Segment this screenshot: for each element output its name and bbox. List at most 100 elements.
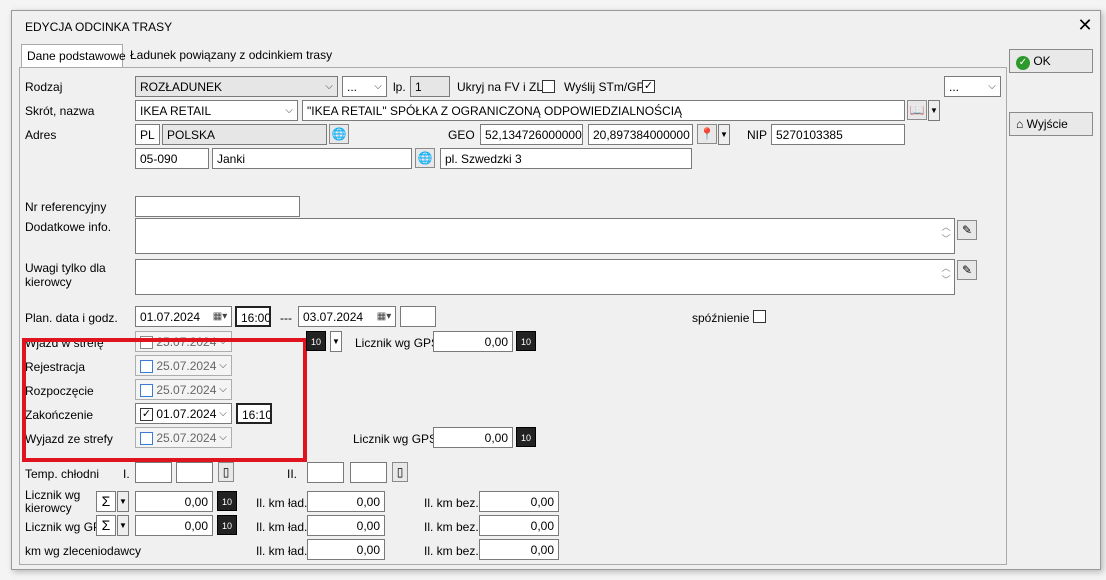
geo-label: GEO: [448, 128, 475, 142]
country-field[interactable]: POLSKA: [162, 124, 327, 145]
temp-i-max[interactable]: [176, 462, 213, 483]
driver-notes-label: Uwagi tylko dla kierowcy: [25, 261, 106, 289]
fullname-field[interactable]: "IKEA RETAIL" SPÓŁKA Z OGRANICZONĄ ODPOW…: [302, 100, 905, 121]
edit-note-icon[interactable]: ✎: [957, 260, 977, 280]
map-pin-icon[interactable]: 📍: [697, 124, 717, 144]
send-label: Wyślij STm/GPS: [564, 80, 653, 94]
temp-ii-label: II.: [287, 467, 298, 481]
hide-checkbox[interactable]: [542, 80, 555, 93]
tab-basic-data[interactable]: Dane podstawowe: [21, 44, 126, 68]
extra-info-label: Dodatkowe info.: [25, 220, 112, 234]
chevron-down-icon[interactable]: ▼: [330, 331, 342, 352]
refnum-field[interactable]: [135, 196, 300, 217]
send-checkbox[interactable]: ✓: [642, 80, 655, 93]
sum-icon[interactable]: Σ: [96, 491, 116, 512]
address-label: Adres: [25, 128, 57, 142]
edit-route-segment-dialog: EDYCJA ODCINKA TRASY ✕ Dane podstawowe Ł…: [11, 10, 1101, 570]
loaded-km-label: Il. km ład.: [256, 544, 308, 558]
scroll-arrows-icon: ︿ ﹀: [941, 222, 951, 244]
client-km-label: km wg zleceniodawcy: [25, 544, 142, 558]
empty-km-field-3[interactable]: 0,00: [479, 539, 559, 560]
empty-km-field-1[interactable]: 0,00: [479, 491, 559, 512]
plan-date-to[interactable]: 03.07.2024 ▦▾: [298, 306, 396, 327]
right-select[interactable]: ... ⌵: [944, 76, 1001, 97]
calculator-icon[interactable]: 10: [217, 491, 237, 511]
home-icon: ⌂: [1016, 117, 1024, 131]
hide-label: Ukryj na FV i ZL: [457, 80, 544, 94]
calendar-dropdown-icon: ▦▾: [376, 311, 392, 322]
chevron-down-icon: ⌵: [325, 81, 333, 92]
city-field[interactable]: Janki: [212, 148, 412, 169]
chevron-down-icon: ⌵: [374, 81, 382, 92]
book-icon[interactable]: 📖: [907, 100, 927, 120]
tab-linked-cargo[interactable]: Ładunek powiązany z odcinkiem trasy: [125, 44, 337, 66]
calculator-icon[interactable]: 10: [217, 515, 237, 535]
ok-button[interactable]: ✓ OK: [1009, 49, 1093, 73]
calculator-icon[interactable]: 10: [516, 331, 536, 351]
dialog-title: EDYCJA ODCINKA TRASY: [25, 20, 173, 34]
sum-icon[interactable]: Σ: [96, 515, 116, 536]
empty-km-field-2[interactable]: 0,00: [479, 515, 559, 536]
chevron-down-icon[interactable]: ▼: [117, 491, 129, 512]
plan-time-to[interactable]: [400, 306, 436, 327]
loaded-km-field-1[interactable]: 0,00: [307, 491, 385, 512]
loaded-km-label: Il. km ład.: [256, 496, 308, 510]
globe-icon[interactable]: 🌐: [329, 124, 349, 144]
empty-km-label: Il. km bez.: [424, 520, 479, 534]
street-field[interactable]: pl. Szwedzki 3: [440, 148, 692, 169]
thermometer-icon[interactable]: ▯: [392, 462, 408, 482]
extra-info-field[interactable]: ︿ ﹀: [135, 218, 955, 254]
close-icon[interactable]: ✕: [1074, 15, 1096, 36]
globe-icon[interactable]: 🌐: [415, 148, 435, 168]
calculator-icon[interactable]: 10: [516, 427, 536, 447]
country-code-field[interactable]: PL: [135, 124, 160, 145]
exit-button[interactable]: ⌂ Wyjście: [1009, 112, 1093, 136]
chevron-down-icon[interactable]: ▼: [117, 515, 129, 536]
plan-time-from[interactable]: 16:00: [235, 306, 271, 327]
edit-note-icon[interactable]: ✎: [957, 220, 977, 240]
plan-date-from[interactable]: 01.07.2024 ▦▾: [135, 306, 232, 327]
chevron-down-icon: ⌵: [988, 81, 996, 92]
calendar-dropdown-icon: ▦▾: [212, 311, 228, 322]
subtype-select[interactable]: ... ⌵: [342, 76, 387, 97]
plan-label: Plan. data i godz.: [25, 311, 118, 325]
check-icon: ✓: [1016, 56, 1030, 70]
gps-counter-label-1: Licznik wg GPS: [355, 336, 440, 350]
empty-km-label: Il. km bez.: [424, 544, 479, 558]
late-label: spóźnienie: [692, 311, 750, 325]
gps-counter-2[interactable]: 0,00: [433, 427, 513, 448]
nip-field[interactable]: 5270103385: [771, 124, 905, 145]
temp-ii-max[interactable]: [350, 462, 387, 483]
loaded-km-field-3[interactable]: 0,00: [307, 539, 385, 560]
scroll-arrows-icon: ︿ ﹀: [941, 263, 951, 285]
nip-label: NIP: [747, 128, 768, 142]
type-label: Rodzaj: [25, 80, 63, 94]
thermometer-icon[interactable]: ▯: [218, 462, 234, 482]
plan-separator: ---: [280, 311, 292, 325]
zip-field[interactable]: 05-090: [135, 148, 209, 169]
lat-field[interactable]: 52,134726000000: [480, 124, 583, 145]
chevron-down-icon: ⌵: [285, 105, 293, 116]
lp-stepper[interactable]: 1: [410, 76, 450, 97]
temp-i-label: I.: [123, 467, 130, 481]
shortname-select[interactable]: IKEA RETAIL ⌵: [135, 100, 298, 121]
temp-i-min[interactable]: [135, 462, 172, 483]
loaded-km-field-2[interactable]: 0,00: [307, 515, 385, 536]
highlight-frame: [22, 338, 307, 462]
type-select[interactable]: ROZŁADUNEK ⌵: [135, 76, 338, 97]
gps-counter-field[interactable]: 0,00: [135, 515, 213, 536]
chevron-down-icon[interactable]: ▼: [928, 100, 940, 121]
loaded-km-label: Il. km ład.: [256, 520, 308, 534]
temp-ii-min[interactable]: [307, 462, 344, 483]
lon-field[interactable]: 20,897384000000: [588, 124, 693, 145]
driver-counter-field[interactable]: 0,00: [135, 491, 213, 512]
calculator-icon[interactable]: 10: [306, 331, 326, 351]
late-checkbox[interactable]: [753, 310, 766, 323]
driver-counter-label: Licznik wg kierowcy: [25, 488, 81, 515]
driver-notes-field[interactable]: ︿ ﹀: [135, 259, 955, 295]
empty-km-label: Il. km bez.: [424, 496, 479, 510]
gps-counter-1[interactable]: 0,00: [433, 331, 513, 352]
temp-label: Temp. chłodni: [25, 467, 100, 481]
shortname-label: Skrót, nazwa: [25, 104, 95, 118]
chevron-down-icon[interactable]: ▼: [718, 124, 730, 145]
